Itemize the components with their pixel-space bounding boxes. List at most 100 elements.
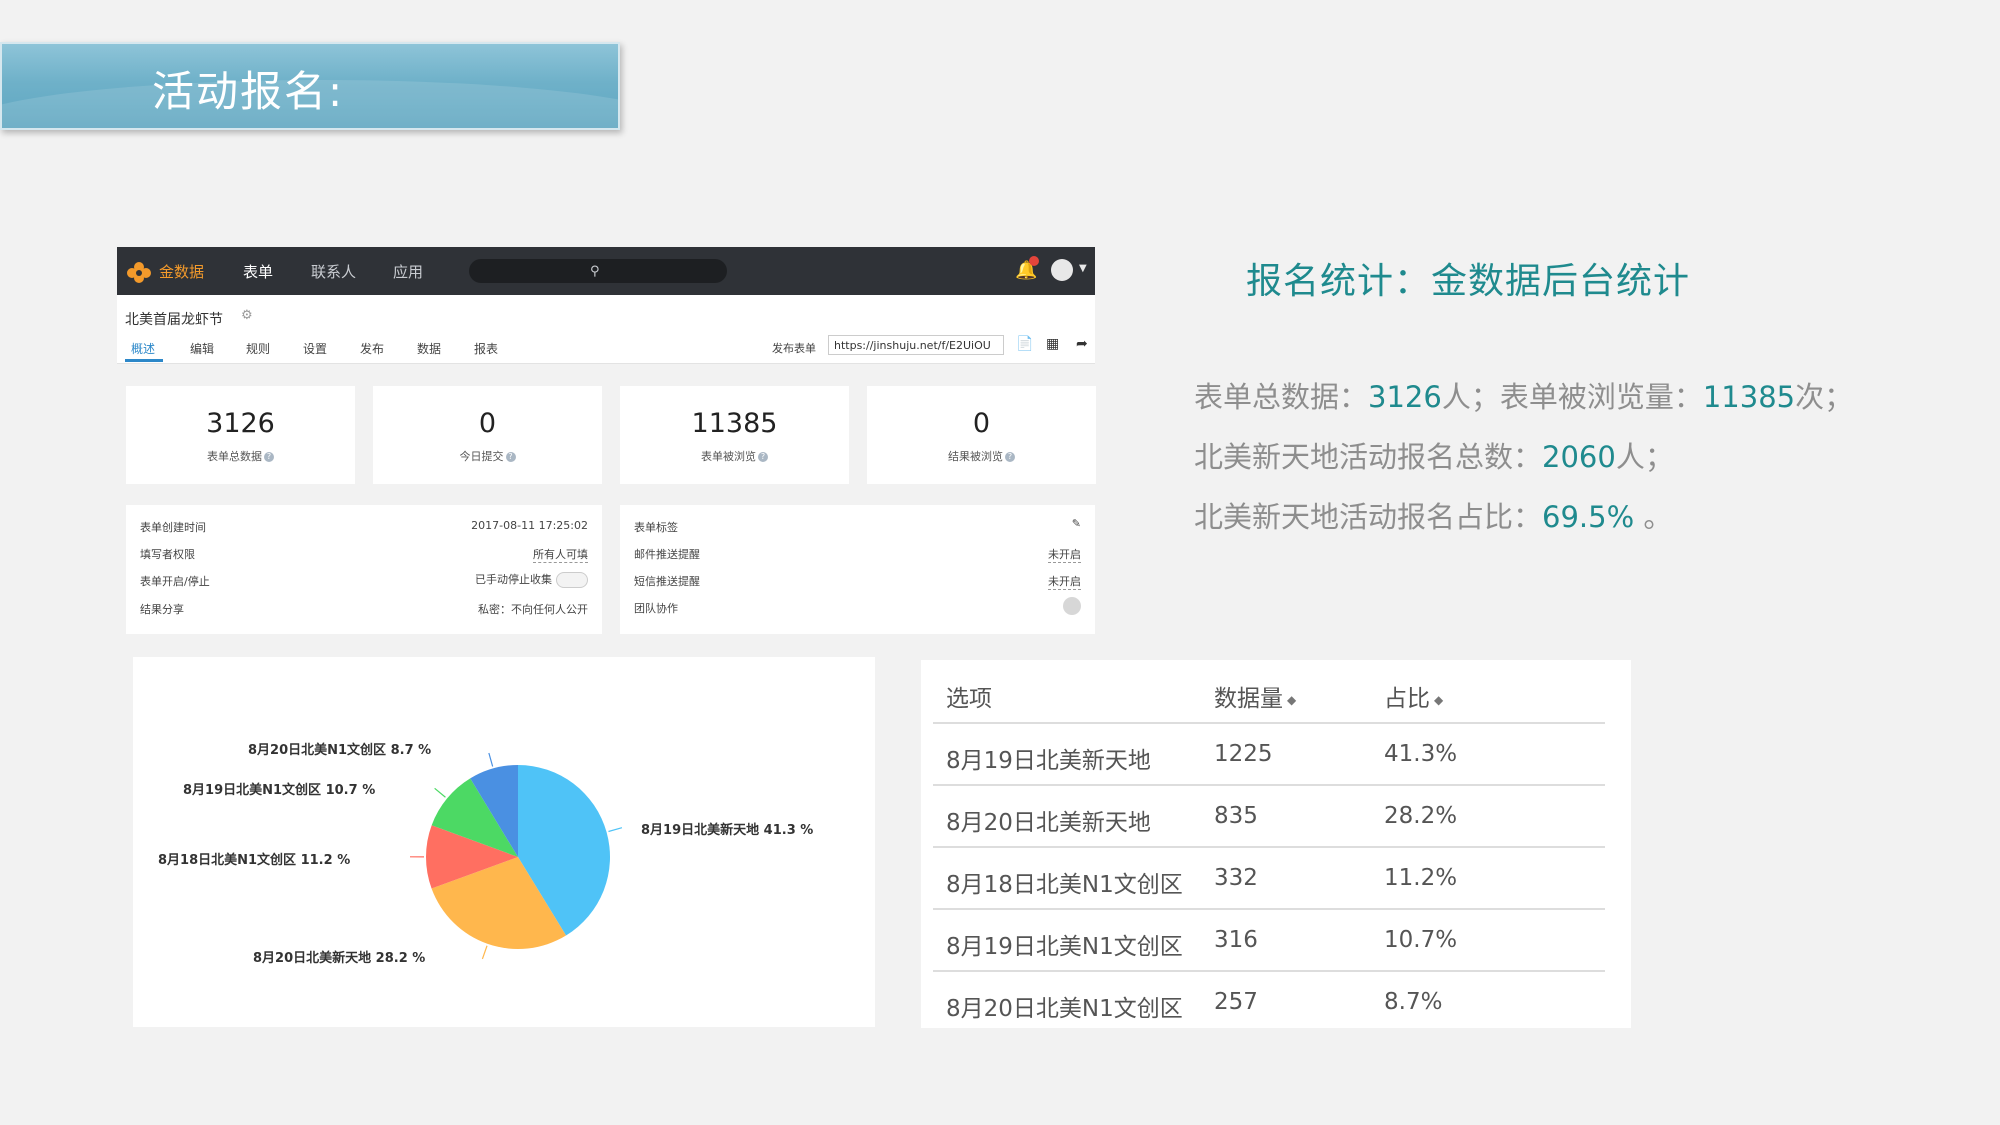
stat-card-total: 3126 表单总数据? — [126, 386, 355, 484]
qrcode-icon[interactable]: ▦ — [1046, 336, 1059, 352]
table-header-row: 选项 数据量 ◆ 占比 ◆ — [933, 660, 1605, 724]
stat-label: 表单总数据 — [207, 450, 262, 463]
pie-data-label: 8月20日北美新天地 28.2 % — [253, 950, 425, 966]
pie-chart: 8月19日北美新天地 41.3 % 8月20日北美新天地 28.2 % 8月18日北… — [158, 742, 813, 966]
info-label: 表单创建时间 — [140, 521, 206, 534]
publish-url-field[interactable]: https://jinshuju.net/f/E2UiOU — [828, 335, 1004, 355]
share-icon[interactable]: ➦ — [1076, 336, 1088, 352]
info-label: 短信推送提醒 — [634, 575, 700, 588]
table-cell: 8月19日北美N1文创区 — [946, 934, 1183, 960]
table-header: 选项 — [946, 686, 992, 712]
stat-label: 表单被浏览 — [701, 450, 756, 463]
nav-forms[interactable]: 表单 — [243, 261, 273, 282]
form-title: 北美首届龙虾节 — [125, 312, 223, 328]
table-cell: 8月20日北美N1文创区 — [946, 996, 1183, 1022]
tab-rules[interactable]: 规则 — [246, 340, 270, 357]
help-icon[interactable]: ? — [264, 452, 274, 462]
pencil-icon[interactable]: ✎ — [1072, 517, 1081, 530]
stat-card-today: 0 今日提交? — [373, 386, 602, 484]
sort-icon[interactable]: ◆ — [1434, 693, 1443, 707]
help-icon[interactable]: ? — [1005, 452, 1015, 462]
tab-data[interactable]: 数据 — [417, 340, 441, 357]
help-icon[interactable]: ? — [505, 452, 516, 462]
publish-label: 发布表单 — [772, 342, 816, 355]
share-setting-link[interactable]: 私密：不向任何人公开 — [478, 601, 588, 617]
slide-title: 活动报名: — [152, 67, 345, 116]
gear-icon[interactable]: ⚙ — [241, 308, 253, 323]
table-cell: 8月20日北美新天地 — [946, 810, 1151, 836]
sort-icon[interactable]: ◆ — [1287, 693, 1296, 707]
stat-value: 0 — [972, 408, 991, 439]
permission-link[interactable]: 所有人可填 — [533, 546, 588, 563]
table-cell: 41.3% — [1384, 741, 1458, 767]
info-label: 表单开启/停止 — [140, 575, 210, 588]
team-avatar[interactable] — [1063, 597, 1081, 615]
data-table: 选项 数据量 ◆ 占比 ◆ 8月19日北美新天地 1225 41.3% 8月20日北… — [921, 660, 1631, 1028]
summary-text: 次； — [1795, 380, 1854, 414]
tab-overview[interactable]: 概述 — [131, 340, 155, 357]
form-info-panel: 表单创建时间 2017-08-11 17:25:02 填写者权限 所有人可填 表… — [126, 505, 602, 634]
pie-leader-line — [434, 787, 446, 798]
nav-apps[interactable]: 应用 — [393, 261, 423, 282]
stat-label: 结果被浏览 — [948, 450, 1003, 463]
pie-leader-line — [608, 827, 623, 833]
summary-line-totals: 表单总数据：3126人；表单被浏览量：11385次； — [1194, 374, 1853, 416]
top-navbar: 金数据 表单 联系人 应用 ⚲ 🔔 ▼ — [117, 247, 1095, 295]
sms-notify-link[interactable]: 未开启 — [1048, 573, 1081, 590]
summary-text: 北美新天地活动报名占比： — [1194, 500, 1543, 534]
table-cell: 28.2% — [1384, 803, 1458, 829]
search-input[interactable]: ⚲ — [469, 259, 727, 283]
summary-text: 。 — [1634, 500, 1673, 534]
summary-value: 3126 — [1368, 380, 1442, 414]
info-value: 2017-08-11 17:25:02 — [471, 519, 588, 532]
stat-label: 今日提交 — [459, 450, 504, 463]
collection-toggle[interactable] — [556, 572, 588, 588]
info-label: 填写者权限 — [140, 548, 195, 561]
notification-settings-panel: 表单标签 ✎ 邮件推送提醒 未开启 短信推送提醒 未开启 团队协作 — [620, 505, 1095, 634]
table-header: 数据量 — [1214, 686, 1283, 712]
table-row: 8月20日北美N1文创区 257 8.7% — [933, 970, 1605, 1032]
table-cell: 8月18日北美N1文创区 — [946, 872, 1183, 898]
tab-publish[interactable]: 发布 — [360, 340, 384, 357]
avatar[interactable] — [1051, 259, 1073, 281]
table-cell: 257 — [1214, 989, 1258, 1015]
summary-value: 11385 — [1702, 380, 1796, 414]
table-cell: 835 — [1214, 803, 1258, 829]
slide-title-banner: 活动报名: — [0, 42, 620, 130]
summary-title: 报名统计：金数据后台统计 — [1246, 261, 1691, 302]
info-label: 表单标签 — [634, 521, 678, 534]
tab-edit[interactable]: 编辑 — [190, 340, 214, 357]
info-label: 团队协作 — [634, 602, 678, 615]
table-cell: 1225 — [1214, 741, 1273, 767]
pie-chart-panel: 8月19日北美新天地 41.3 % 8月20日北美新天地 28.2 % 8月18日北… — [133, 657, 875, 1027]
help-icon[interactable]: ? — [758, 452, 768, 462]
table-cell: 10.7% — [1384, 927, 1458, 953]
table-row: 8月20日北美新天地 835 28.2% — [933, 784, 1605, 848]
summary-value: 69.5% — [1542, 500, 1635, 534]
brand-logo-icon[interactable] — [125, 258, 153, 286]
chevron-down-icon[interactable]: ▼ — [1079, 263, 1087, 274]
info-value: 已手动停止收集 — [475, 573, 552, 586]
form-header: 北美首届龙虾节 ⚙ 概述 编辑 规则 设置 发布 数据 报表 发布表单 http… — [117, 295, 1095, 364]
pie-data-label: 8月19日北美N1文创区 10.7 % — [183, 782, 375, 798]
copy-icon[interactable]: 📄 — [1016, 336, 1033, 352]
summary-text: 北美新天地活动报名总数： — [1194, 440, 1543, 474]
tab-settings[interactable]: 设置 — [303, 340, 327, 357]
summary-text: 人；表单被浏览量： — [1441, 380, 1703, 414]
summary-line-ratio: 北美新天地活动报名占比：69.5% 。 — [1194, 494, 1672, 536]
nav-contacts[interactable]: 联系人 — [311, 261, 356, 282]
notification-badge — [1029, 256, 1039, 266]
brand-name[interactable]: 金数据 — [159, 261, 204, 282]
table-header-sortable[interactable]: 占比 ◆ — [1384, 679, 1443, 713]
email-notify-link[interactable]: 未开启 — [1048, 546, 1081, 563]
active-tab-indicator — [125, 359, 163, 362]
summary-text: 表单总数据： — [1194, 380, 1369, 414]
pie-data-label: 8月18日北美N1文创区 11.2 % — [158, 852, 350, 868]
table-header-sortable[interactable]: 数据量 ◆ — [1214, 679, 1296, 713]
pie-leader-line — [481, 945, 488, 960]
info-label: 结果分享 — [140, 603, 184, 616]
stat-value: 11385 — [691, 408, 778, 439]
tab-reports[interactable]: 报表 — [474, 340, 498, 357]
dashboard-screenshot: 金数据 表单 联系人 应用 ⚲ 🔔 ▼ 北美首届龙虾节 ⚙ 概述 编辑 规则 设… — [117, 247, 1096, 634]
summary-value: 2060 — [1542, 440, 1616, 474]
